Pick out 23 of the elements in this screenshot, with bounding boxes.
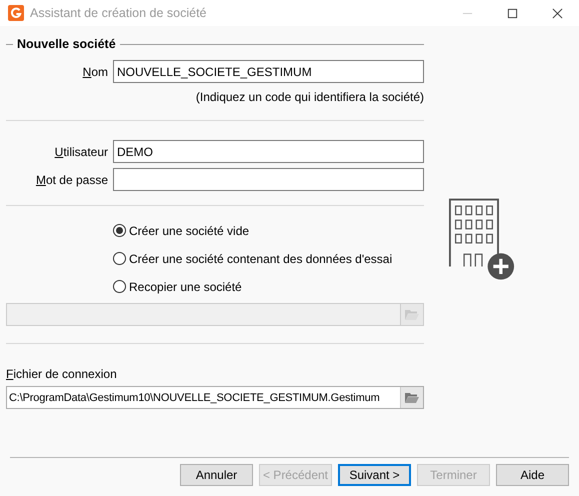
folder-icon — [404, 391, 420, 404]
radio-option[interactable]: Recopier une société — [113, 278, 424, 295]
wizard-button[interactable]: Suivant > — [338, 464, 411, 486]
close-icon[interactable] — [552, 8, 563, 18]
group-title: Nouvelle société — [17, 37, 116, 51]
name-input[interactable]: NOUVELLE_SOCIETE_GESTIMUM — [113, 60, 424, 83]
radio-option[interactable]: Créer une société vide — [113, 222, 424, 239]
hint-text: (Indiquez un code qui identifiera la société) — [196, 90, 424, 104]
app-logo-icon — [8, 5, 24, 21]
user-input[interactable]: DEMO — [113, 140, 424, 163]
folder-icon — [404, 308, 420, 321]
maximize-icon[interactable] — [507, 8, 518, 18]
connection-file-field[interactable]: C:\ProgramData\Gestimum10\NOUVELLE_SOCIETE_GESTIMUM.Gestimum — [6, 386, 424, 409]
window-title: Assistant de création de société — [30, 6, 208, 20]
field-label: Utilisateur — [54, 144, 108, 158]
radio-option[interactable]: Créer une société contenant des données d'essai — [113, 250, 424, 267]
field-label: Fichier de connexion — [6, 367, 118, 381]
browse-button[interactable] — [400, 387, 423, 408]
wizard-button[interactable]: Aide — [496, 464, 569, 486]
wizard-button[interactable]: Annuler — [180, 464, 253, 486]
field-label: Nom — [82, 64, 108, 78]
field-label: Mot de passe — [34, 172, 108, 186]
password-input[interactable] — [113, 168, 424, 191]
